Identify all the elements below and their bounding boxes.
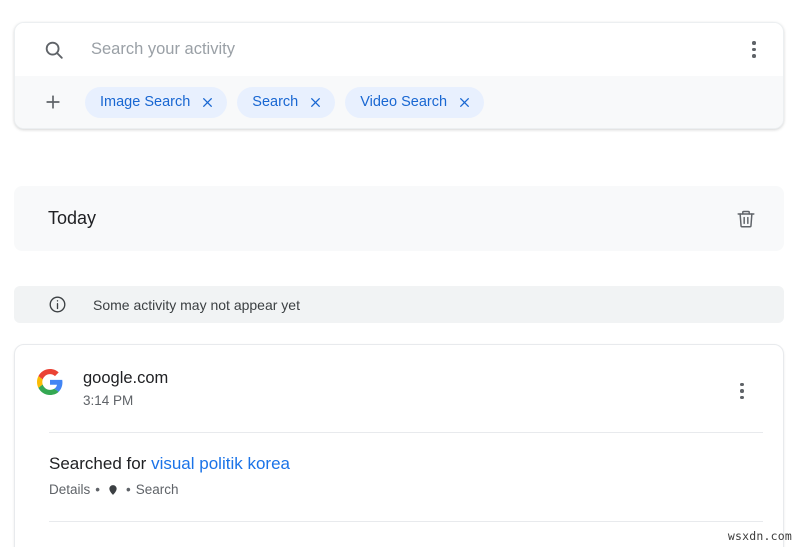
- activity-notice-banner: Some activity may not appear yet: [14, 286, 784, 323]
- separator-dot: •: [126, 482, 131, 497]
- activity-card-body: Searched for visual politik korea Detail…: [15, 433, 783, 497]
- activity-details-line: Details • • Search: [49, 482, 763, 497]
- activity-more-options-icon[interactable]: [729, 378, 755, 404]
- watermark: wsxdn.com: [728, 529, 792, 543]
- activity-type-label: Search: [136, 482, 179, 497]
- filter-chips-row: Image Search Search Vi: [15, 76, 783, 128]
- info-icon: [48, 295, 67, 314]
- activity-card-header: google.com 3:14 PM: [15, 345, 783, 411]
- activity-page: Image Search Search Vi: [0, 0, 800, 547]
- close-icon[interactable]: [309, 96, 322, 109]
- details-link[interactable]: Details: [49, 482, 90, 497]
- filter-chip-image-search[interactable]: Image Search: [85, 87, 227, 118]
- filter-chip-video-search[interactable]: Video Search: [345, 87, 484, 118]
- plus-icon[interactable]: [39, 88, 67, 116]
- today-section-header: Today: [14, 186, 784, 251]
- trash-icon[interactable]: [732, 205, 760, 233]
- search-row: [15, 23, 783, 76]
- close-icon[interactable]: [201, 96, 214, 109]
- today-label: Today: [48, 208, 96, 229]
- activity-action-line: Searched for visual politik korea: [49, 452, 763, 475]
- close-icon[interactable]: [458, 96, 471, 109]
- search-query-link[interactable]: visual politik korea: [151, 454, 290, 473]
- search-input[interactable]: [91, 40, 741, 59]
- chip-label: Search: [252, 94, 298, 110]
- location-pin-icon[interactable]: [107, 484, 119, 496]
- activity-timestamp: 3:14 PM: [83, 391, 763, 411]
- search-icon: [43, 39, 65, 61]
- separator-dot: •: [95, 482, 100, 497]
- chip-label: Video Search: [360, 94, 447, 110]
- filter-chip-search[interactable]: Search: [237, 87, 335, 118]
- notice-text: Some activity may not appear yet: [93, 297, 300, 313]
- chip-label: Image Search: [100, 94, 190, 110]
- search-card: Image Search Search Vi: [14, 22, 784, 129]
- card-divider-bottom: [49, 521, 763, 522]
- google-g-icon: [37, 369, 63, 395]
- activity-meta: google.com 3:14 PM: [83, 367, 763, 411]
- action-prefix: Searched for: [49, 454, 146, 473]
- activity-entry-card: google.com 3:14 PM Searched for visual p…: [14, 344, 784, 547]
- activity-domain: google.com: [83, 367, 763, 389]
- search-more-options-icon[interactable]: [741, 37, 767, 63]
